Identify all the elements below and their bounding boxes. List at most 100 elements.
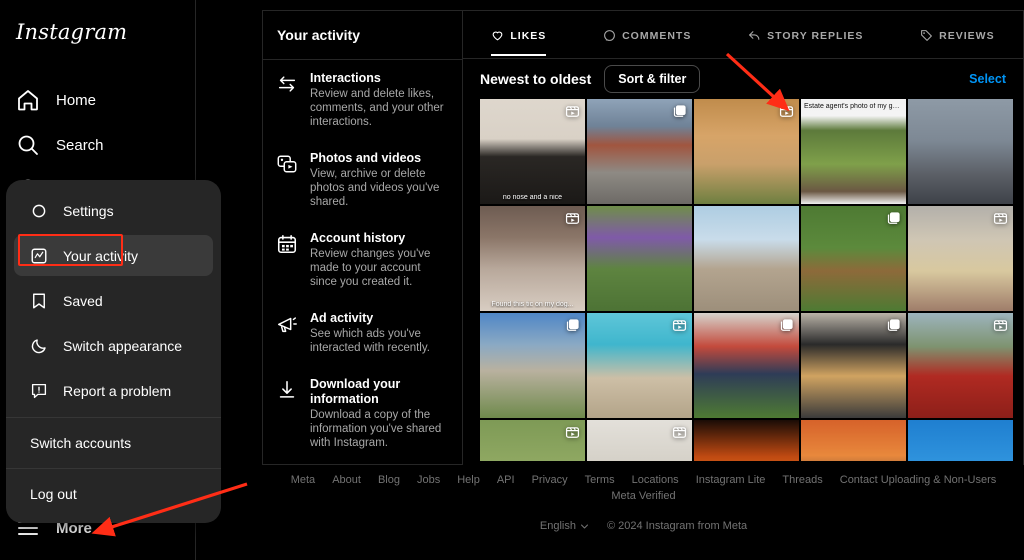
footer-link[interactable]: About	[332, 472, 361, 488]
footer-link[interactable]: Jobs	[417, 472, 440, 488]
activity-item-title: Photos and videos	[310, 151, 422, 165]
media-grid-item[interactable]	[908, 99, 1013, 204]
moon-icon	[31, 338, 46, 353]
language-selector[interactable]: English	[540, 520, 589, 532]
tag-icon	[921, 30, 933, 41]
activity-item-title: Interactions	[310, 71, 381, 85]
media-grid-item[interactable]	[801, 420, 906, 461]
megaphone-icon	[278, 317, 297, 333]
activity-item-download-your-information[interactable]: Download your information Download a cop…	[263, 366, 462, 461]
menu-item-label: Switch appearance	[63, 337, 183, 354]
media-grid-item[interactable]	[694, 206, 799, 311]
footer-link[interactable]: Privacy	[532, 472, 568, 488]
sidebar-item-label: Home	[56, 91, 97, 109]
reel-icon	[672, 427, 687, 438]
tab-label: REVIEWS	[939, 29, 995, 42]
media-thumbnail	[801, 99, 906, 204]
footer-link[interactable]: Terms	[585, 472, 615, 488]
calendar-icon	[277, 234, 297, 254]
media-grid-item[interactable]	[587, 420, 692, 461]
sidebar-item-search[interactable]: Search	[8, 123, 184, 167]
tab-story-replies[interactable]: STORY REPLIES	[748, 29, 863, 55]
media-grid-item[interactable]	[480, 313, 585, 418]
media-grid-item[interactable]	[587, 99, 692, 204]
footer-link[interactable]: Instagram Lite	[696, 472, 766, 488]
menu-divider	[6, 417, 221, 418]
media-grid-item[interactable]	[694, 420, 799, 461]
bookmark-icon	[33, 293, 45, 308]
media-caption: no nose and a nice	[502, 194, 563, 201]
tab-reviews[interactable]: REVIEWS	[920, 29, 994, 55]
sort-order-label: Newest to oldest	[480, 71, 592, 87]
reel-icon	[993, 213, 1008, 224]
menu-item-label: Your activity	[63, 247, 138, 264]
media-grid-item[interactable]	[587, 206, 692, 311]
menu-item-label: Report a problem	[63, 382, 172, 399]
select-link[interactable]: Select	[969, 72, 1006, 86]
sort-and-filter-button[interactable]: Sort & filter	[604, 65, 701, 93]
media-grid-item[interactable]: Found this tic on my dog...	[480, 206, 585, 311]
activity-panel-title: Your activity	[263, 11, 462, 60]
media-grid-item[interactable]: Estate agent's photo of my garden	[801, 99, 906, 204]
instagram-logo[interactable]: Instagram	[16, 20, 127, 44]
tab-label: COMMENTS	[622, 29, 692, 42]
footer-link[interactable]: Contact Uploading & Non-Users	[840, 472, 997, 488]
menu-item-label: Saved	[63, 292, 103, 309]
footer-link[interactable]: Help	[457, 472, 480, 488]
menu-divider	[6, 468, 221, 469]
reply-arrow-icon	[749, 31, 760, 40]
activity-item-desc: View, archive or delete photos and video…	[310, 168, 440, 208]
menu-item-log-out[interactable]: Log out	[14, 475, 213, 513]
media-grid-item[interactable]	[480, 420, 585, 461]
sort-bar: Newest to oldest Sort & filter Select	[463, 59, 1023, 99]
menu-item-saved[interactable]: Saved	[14, 280, 213, 321]
menu-item-switch-appearance[interactable]: Switch appearance	[14, 325, 213, 366]
activity-item-desc: Review and delete likes, comments, and y…	[310, 88, 444, 128]
activity-item-photos-and-videos[interactable]: Photos and videos View, archive or delet…	[263, 140, 462, 220]
tab-comments[interactable]: COMMENTS	[603, 29, 691, 55]
menu-item-settings[interactable]: Settings	[14, 190, 213, 231]
page-footer: Meta About Blog Jobs Help API Privacy Terms Loca…	[263, 472, 1024, 532]
media-grid-item[interactable]	[587, 313, 692, 418]
activity-item-title: Download your information	[310, 377, 401, 406]
photo-video-icon	[277, 155, 297, 173]
media-grid-item[interactable]	[908, 420, 1013, 461]
media-grid-item[interactable]	[801, 313, 906, 418]
activity-tabs: LIKES COMMENTS STORY REPLIES REVIEWS	[463, 11, 1023, 59]
activity-item-title: Account history	[310, 231, 406, 245]
carousel-icon	[780, 319, 793, 331]
media-grid-item[interactable]	[694, 313, 799, 418]
reel-icon	[565, 213, 580, 224]
media-grid-item[interactable]	[908, 206, 1013, 311]
menu-item-label: Settings	[63, 202, 114, 219]
activity-item-desc: Review changes you've made to your accou…	[310, 248, 431, 288]
menu-item-switch-accounts[interactable]: Switch accounts	[14, 424, 213, 462]
footer-link[interactable]: Meta	[291, 472, 315, 488]
menu-item-report-a-problem[interactable]: Report a problem	[14, 370, 213, 411]
footer-link[interactable]: Blog	[378, 472, 400, 488]
tab-likes[interactable]: LIKES	[491, 29, 547, 56]
media-grid-item[interactable]	[694, 99, 799, 204]
main-content-panel: LIKES COMMENTS STORY REPLIES REVIEWS New	[463, 10, 1024, 465]
carousel-icon	[673, 105, 686, 117]
activity-item-interactions[interactable]: Interactions Review and delete likes, co…	[263, 60, 462, 140]
footer-link[interactable]: Locations	[632, 472, 679, 488]
carousel-icon	[566, 319, 579, 331]
sidebar-item-home[interactable]: Home	[8, 78, 184, 122]
footer-link[interactable]: Meta Verified	[611, 488, 675, 504]
footer-link[interactable]: Threads	[782, 472, 822, 488]
footer-link[interactable]: API	[497, 472, 515, 488]
menu-item-your-activity[interactable]: Your activity	[14, 235, 213, 276]
menu-item-label: Log out	[30, 486, 77, 502]
activity-item-ad-activity[interactable]: Ad activity See which ads you've interac…	[263, 300, 462, 366]
media-grid-item[interactable]: no nose and a nice	[480, 99, 585, 204]
media-grid-item[interactable]	[801, 206, 906, 311]
reel-icon	[779, 106, 794, 117]
media-thumbnail	[694, 420, 799, 461]
media-grid-item[interactable]	[908, 313, 1013, 418]
footer-links: Meta About Blog Jobs Help API Privacy Terms Loca…	[263, 472, 1024, 504]
language-label: English	[539, 520, 576, 532]
media-thumbnail	[908, 99, 1013, 204]
activity-item-account-history[interactable]: Account history Review changes you've ma…	[263, 220, 462, 300]
media-caption: Estate agent's photo of my garden	[804, 103, 906, 110]
